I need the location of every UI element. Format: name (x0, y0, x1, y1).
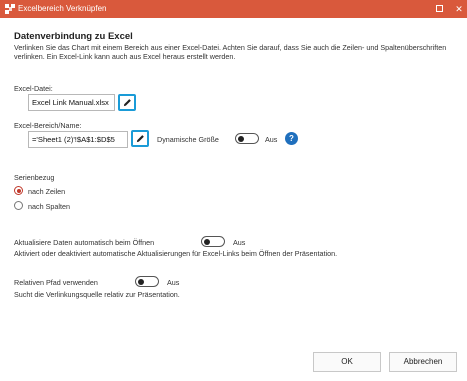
auto-update-description: Aktiviert oder deaktiviert automatische … (14, 249, 338, 258)
excel-range-field[interactable]: ='Sheet1 (2)'!$A$1:$D$5 (28, 131, 128, 148)
excel-range-label: Excel-Bereich/Name: (14, 121, 82, 130)
series-label: Serienbezug (14, 173, 55, 182)
radio-rows-label[interactable]: nach Zeilen (28, 187, 65, 196)
close-icon[interactable]: ✕ (448, 0, 467, 18)
cancel-button[interactable]: Abbrechen (389, 352, 457, 372)
edit-range-button[interactable] (131, 130, 149, 147)
maximize-icon[interactable] (428, 0, 450, 18)
app-icon (5, 4, 15, 14)
excel-file-field[interactable]: Excel Link Manual.xlsx (28, 94, 115, 111)
pencil-icon (136, 135, 144, 143)
excel-file-label: Excel-Datei: (14, 84, 53, 93)
relative-path-state: Aus (167, 278, 180, 287)
pencil-icon (123, 99, 131, 107)
section-title: Datenverbindung zu Excel (14, 31, 133, 42)
window-title: Excelbereich Verknüpfen (18, 4, 107, 13)
dynamic-size-label: Dynamische Größe (157, 135, 219, 144)
radio-columns-label[interactable]: nach Spalten (28, 202, 70, 211)
dynamic-size-state: Aus (265, 135, 278, 144)
title-bar: Excelbereich Verknüpfen ✕ (0, 0, 467, 18)
relative-path-description: Sucht die Verlinkungsquelle relativ zur … (14, 290, 180, 299)
auto-update-state: Aus (233, 238, 246, 247)
dynamic-size-toggle[interactable] (235, 133, 259, 144)
edit-file-button[interactable] (118, 94, 136, 111)
intro-text: Verlinken Sie das Chart mit einem Bereic… (14, 43, 447, 61)
radio-rows[interactable] (14, 186, 23, 195)
radio-columns[interactable] (14, 201, 23, 210)
ok-button[interactable]: OK (313, 352, 381, 372)
relative-path-toggle[interactable] (135, 276, 159, 287)
auto-update-toggle[interactable] (201, 236, 225, 247)
help-icon[interactable]: ? (285, 132, 298, 145)
relative-path-label: Relativen Pfad verwenden (14, 278, 98, 287)
auto-update-label: Aktualisiere Daten automatisch beim Öffn… (14, 238, 155, 247)
